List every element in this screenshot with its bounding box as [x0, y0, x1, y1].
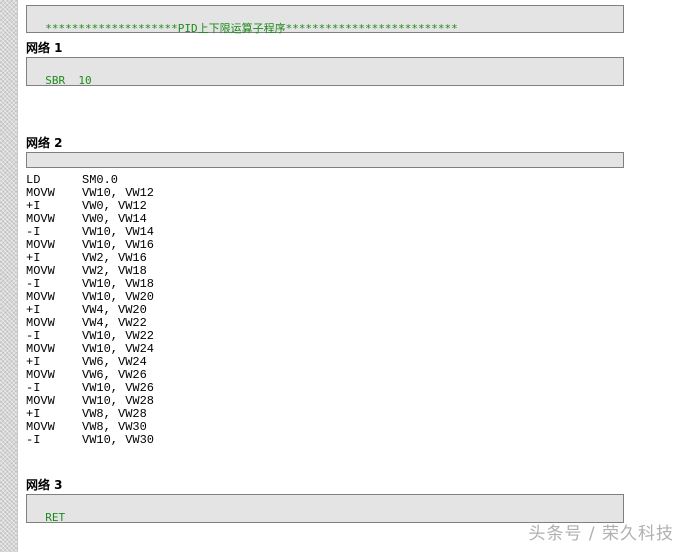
network-2-comment-box[interactable]: [26, 152, 624, 168]
network-1-comment-box[interactable]: SBR 10: [26, 57, 624, 87]
program-comment-text: ********************PID上下限运算子程序*********…: [45, 22, 458, 35]
stl-code-block[interactable]: LD SM0.0 MOVW VW10, VW12 +I VW0, VW12 MOVW VW0,…: [26, 174, 154, 447]
program-comment-box[interactable]: ********************PID上下限运算子程序*********…: [26, 5, 624, 35]
network-2-title[interactable]: 网络 2: [26, 134, 63, 151]
network-3-title[interactable]: 网络 3: [26, 476, 63, 493]
network-1-title[interactable]: 网络 1: [26, 39, 63, 56]
instruction-operands: VW10, VW30: [82, 433, 155, 447]
network-3-comment-text: RET: [45, 511, 66, 524]
network-1-comment-text: SBR 10: [45, 74, 92, 87]
instruction-mnemonic: -I: [26, 433, 41, 447]
code-line[interactable]: -I VW10, VW30: [26, 434, 154, 447]
watermark-text: 头条号 / 荣久科技: [528, 524, 674, 544]
editor-gutter: [0, 0, 18, 552]
